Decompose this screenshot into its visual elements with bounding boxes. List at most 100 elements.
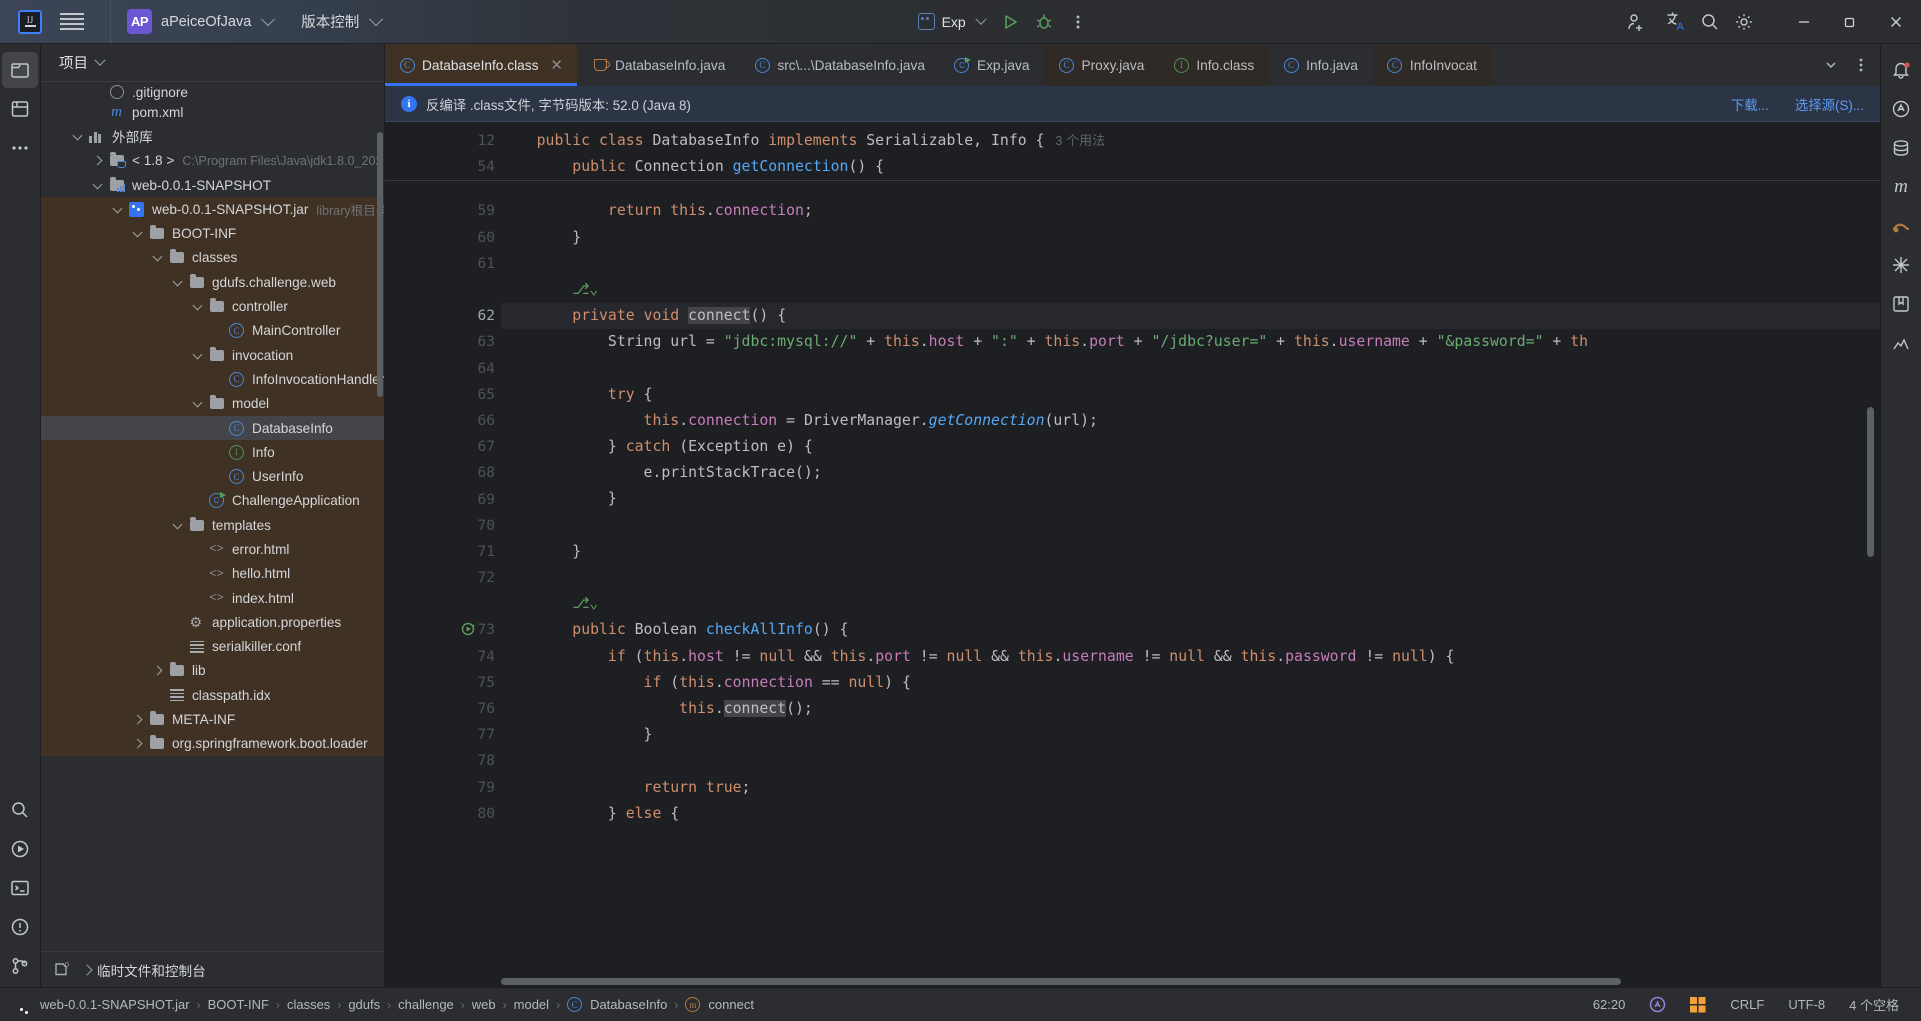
gutter-line[interactable]: 74 [385,644,501,670]
editor-tab[interactable]: I Info.class [1159,44,1270,86]
version-control-icon[interactable] [2,948,38,984]
tree-item[interactable]: <> index.html [41,585,384,611]
code-line[interactable]: } [501,225,1880,251]
terminal-icon[interactable] [2,870,38,906]
gutter-line[interactable] [385,180,501,198]
chevron-down-icon[interactable] [131,226,146,241]
tree-item[interactable]: < 1.8 > C:\Program Files\Java\jdk1.8.0_20… [41,149,384,173]
tree-item[interactable]: serialkiller.conf [41,634,384,659]
editor-code-content[interactable]: public class DatabaseInfo implements Ser… [501,122,1880,987]
code-line[interactable]: ⎇⌄ [501,591,1880,617]
project-panel-header[interactable]: 项目 [41,44,384,82]
gutter-line[interactable]: 79 [385,775,501,801]
tree-item[interactable]: .gitignore [41,84,384,100]
gutter-line[interactable]: 78 [385,748,501,774]
project-tool-icon[interactable] [2,52,38,88]
code-line[interactable] [501,251,1880,277]
tree-item[interactable]: invocation [41,342,384,368]
editor-vertical-scrollbar[interactable] [1867,407,1874,557]
editor-gutter[interactable]: 12 54 59 60 61 62 63 64 65 66 67 68 69 70 71 72 73 74 75 76… [385,122,501,987]
commit-tool-icon[interactable] [2,91,38,127]
tree-item[interactable]: C DatabaseInfo [41,415,384,441]
project-name-label[interactable]: aPeiceOfJava [161,14,251,30]
editor-tabs[interactable]: C DatabaseInfo.class ✕ DatabaseInfo.java Csr… [385,44,1880,86]
line-separator[interactable]: CRLF [1718,997,1776,1012]
gutter-line[interactable]: 67 [385,434,501,460]
tree-item[interactable]: web-0.0.1-SNAPSHOT [41,173,384,197]
code-line[interactable]: return this.connection; [501,198,1880,224]
run-button[interactable] [993,5,1027,39]
tree-item[interactable]: web-0.0.1-SNAPSHOT.jar library根目录 [41,197,384,222]
code-line[interactable] [501,748,1880,774]
chevron-down-icon[interactable] [151,250,166,265]
code-line[interactable] [501,180,1880,198]
breadcrumb-item[interactable]: gdufs [341,997,387,1012]
code-line[interactable]: private void connect() { [501,303,1880,330]
fold-indicator-icon[interactable]: ⎇⌄ [572,595,598,612]
tree-item[interactable]: classpath.idx [41,683,384,708]
minimize-icon[interactable] [1781,0,1827,44]
editor-tab[interactable]: C Exp.java [940,44,1045,86]
chevron-down-icon[interactable] [191,348,206,363]
chevron-down-icon[interactable] [91,178,106,193]
code-line[interactable] [501,513,1880,539]
windows-icon[interactable] [1678,996,1718,1013]
coverage-icon[interactable] [1883,208,1919,244]
run-configuration-selector[interactable]: Exp [912,11,993,32]
gutter-line[interactable]: 69 [385,486,501,512]
tree-item[interactable]: META-INF [41,707,384,732]
chevron-down-icon[interactable] [191,299,206,314]
maven-icon[interactable]: m [1883,169,1919,205]
gutter-line[interactable]: 80 [385,801,501,827]
gutter-line[interactable]: 62 [385,303,501,329]
editor-tab[interactable]: Csrc\...\DatabaseInfo.java [740,44,940,86]
code-line[interactable]: if (this.host != null && this.port != nu… [501,644,1880,670]
debug-button[interactable] [1027,5,1061,39]
code-line[interactable]: this.connect(); [501,696,1880,722]
code-line[interactable]: e.printStackTrace(); [501,460,1880,486]
code-line[interactable]: } [501,722,1880,748]
main-menu-icon[interactable] [60,9,90,35]
editor-tab[interactable]: C Info.java [1269,44,1373,86]
breadcrumb-item[interactable]: web-0.0.1-SNAPSHOT.jar [10,997,197,1012]
tab-close-icon[interactable]: ✕ [550,58,563,73]
breadcrumb-item[interactable]: model [507,997,556,1012]
code-line[interactable]: } [501,539,1880,565]
tree-item[interactable]: controller [41,294,384,319]
code-line[interactable]: public Boolean checkAllInfo() { [501,617,1880,643]
code-line[interactable]: } [501,486,1880,512]
code-line[interactable]: if (this.connection == null) { [501,670,1880,696]
editor-tab[interactable]: C Proxy.java [1044,44,1160,86]
gutter-line[interactable] [385,591,501,617]
indent-setting[interactable]: 4 个空格 [1837,995,1911,1014]
tree-item[interactable]: application.properties [41,610,384,635]
editor-horizontal-scrollbar[interactable] [501,978,1850,985]
gutter-line[interactable]: 75 [385,670,501,696]
more-tool-windows-icon[interactable] [2,130,38,166]
download-sources-link[interactable]: 下载... [1731,94,1769,114]
gutter-line[interactable]: 63 [385,329,501,355]
notifications-icon[interactable] [1883,52,1919,88]
chevron-right-icon[interactable] [91,153,106,168]
breadcrumb-item[interactable]: m connect [678,997,761,1012]
code-line[interactable]: try { [501,382,1880,408]
code-line[interactable]: public Connection getConnection() { [501,154,1880,180]
maximize-icon[interactable] [1827,0,1873,44]
ai-status-icon[interactable] [1637,996,1678,1013]
breadcrumb-item[interactable]: C DatabaseInfo [560,997,674,1012]
chevron-down-icon[interactable] [171,275,186,290]
editor-tab[interactable]: C InfoInvocat [1372,44,1492,86]
chevron-down-icon[interactable] [71,129,86,144]
gutter-line[interactable]: 71 [385,539,501,565]
code-line[interactable]: this.connection = DriverManager.getConne… [501,408,1880,434]
editor-tab[interactable]: C DatabaseInfo.class ✕ [385,44,578,86]
project-chevron-down-icon[interactable] [261,11,276,26]
chevron-down-icon[interactable] [1816,58,1846,72]
breadcrumb-item[interactable]: challenge [391,997,461,1012]
tree-item[interactable]: C InfoInvocationHandler [41,367,384,392]
code-line[interactable]: } else { [501,801,1880,827]
tree-item[interactable]: C ChallengeApplication [41,488,384,514]
tree-item[interactable]: m pom.xml [41,100,384,124]
breadcrumb-item[interactable]: web [465,997,503,1012]
gutter-line[interactable] [385,277,501,303]
